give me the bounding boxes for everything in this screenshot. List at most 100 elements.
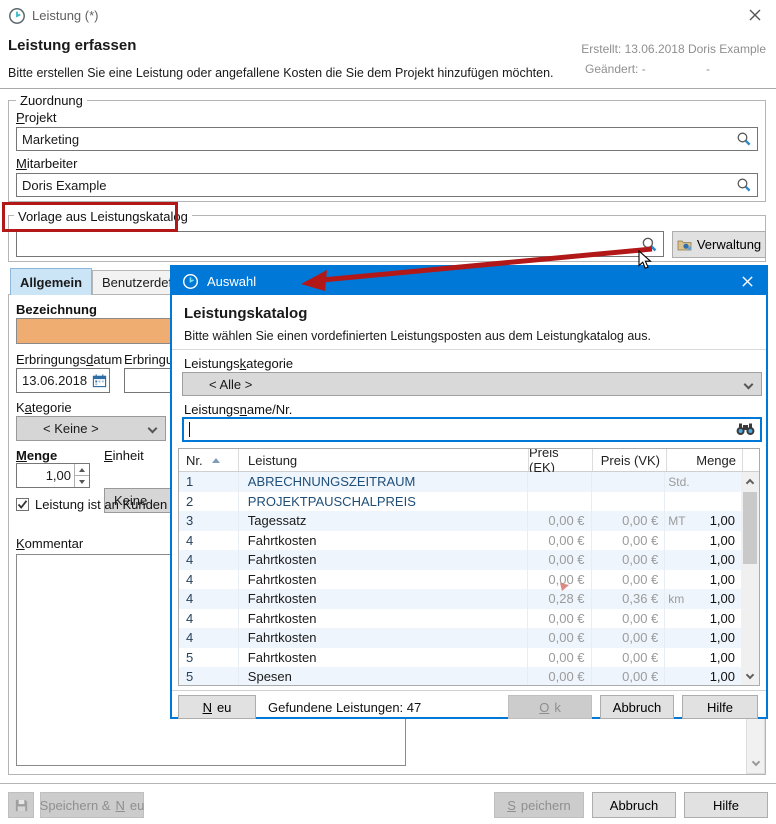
cell-nr: 2: [179, 492, 239, 512]
cell-einheit: km: [665, 592, 693, 606]
search-icon[interactable]: [736, 131, 752, 147]
dialog-close-icon[interactable]: [741, 275, 754, 288]
table-row[interactable]: 5Spesen0,00 €0,00 €1,00: [179, 667, 741, 686]
datum-value: 13.06.2018: [22, 373, 87, 388]
table-row[interactable]: 1ABRECHNUNGSZEITRAUMStd.: [179, 472, 741, 492]
table-row[interactable]: 4Fahrtkosten0,00 €0,00 €1,00: [179, 609, 741, 629]
hilfe-button[interactable]: Hilfe: [684, 792, 768, 818]
spinner[interactable]: [74, 464, 89, 487]
catalog-table-body: 1ABRECHNUNGSZEITRAUMStd.2PROJEKTPAUSCHAL…: [179, 472, 741, 685]
mouse-cursor: [638, 250, 653, 271]
datum-input[interactable]: 13.06.2018: [16, 368, 110, 393]
scroll-down-icon[interactable]: [741, 669, 759, 683]
speichern-neu-button[interactable]: Speichern & Neu: [40, 792, 144, 818]
leistungskategorie-value: < Alle >: [209, 377, 252, 392]
cell-preis-ek: 0,00 €: [528, 628, 592, 648]
column-header-nr[interactable]: Nr.: [179, 449, 239, 471]
window-close-icon[interactable]: [748, 8, 762, 22]
cell-einheit: MT: [665, 514, 693, 528]
cell-menge-value: 1,00: [693, 533, 741, 548]
cell-preis-ek: 0,00 €: [528, 531, 592, 551]
header-divider: [0, 88, 776, 89]
text-caret: [189, 422, 190, 437]
table-row[interactable]: 4Fahrtkosten0,00 €0,00 €1,00: [179, 570, 741, 590]
dialog-titlebar[interactable]: Auswahl: [172, 267, 766, 295]
menge-label: Menge: [16, 448, 57, 463]
catalog-search-input[interactable]: [182, 417, 762, 442]
calendar-icon[interactable]: [92, 373, 107, 388]
ok-button[interactable]: Ok: [508, 695, 592, 719]
column-header-preis-vk[interactable]: Preis (VK): [593, 449, 667, 471]
table-row[interactable]: 4Fahrtkosten0,00 €0,00 €1,00: [179, 531, 741, 551]
spinner-up-icon[interactable]: [75, 464, 89, 476]
cell-menge: MT1,00: [665, 511, 741, 531]
cell-menge-value: 1,00: [693, 552, 741, 567]
cell-preis-ek: 0,00 €: [528, 609, 592, 629]
dialog-divider: [172, 349, 766, 350]
vorlage-input[interactable]: [16, 231, 664, 257]
page-title: Leistung erfassen: [8, 37, 136, 54]
catalog-table-header[interactable]: Nr. Leistung Preis (EK) Preis (VK) Menge: [179, 449, 759, 472]
cell-einheit: Std.: [665, 475, 693, 489]
table-row[interactable]: 4Fahrtkosten0,28 €0,36 €km1,00: [179, 589, 741, 609]
cell-menge-value: 1,00: [693, 591, 741, 606]
kunden-checkbox[interactable]: [16, 498, 29, 511]
binoculars-icon: [736, 423, 755, 436]
verwaltung-button[interactable]: Verwaltung: [672, 231, 766, 258]
table-row[interactable]: 3Tagessatz0,00 €0,00 €MT1,00: [179, 511, 741, 531]
table-scrollbar[interactable]: [741, 472, 759, 685]
cell-menge: km1,00: [665, 589, 741, 609]
table-row[interactable]: 4Fahrtkosten0,00 €0,00 €1,00: [179, 628, 741, 648]
table-row[interactable]: 2PROJEKTPAUSCHALPREIS: [179, 492, 741, 512]
neu-button[interactable]: Neu: [178, 695, 256, 719]
leistungsname-label: Leistungsname/Nr.: [184, 402, 292, 417]
cell-nr: 3: [179, 511, 239, 531]
created-meta: Erstellt: 13.06.2018 Doris Example: [581, 42, 766, 56]
scroll-down-icon[interactable]: [747, 755, 764, 771]
menge-stepper[interactable]: 1,00: [16, 463, 90, 488]
cell-leistung: Fahrtkosten: [239, 531, 528, 551]
cell-preis-ek: 0,00 €: [528, 667, 592, 686]
column-header-preis-ek[interactable]: Preis (EK): [529, 449, 593, 471]
cell-preis-ek: 0,28 €: [528, 589, 592, 609]
table-row[interactable]: 5Fahrtkosten0,00 €0,00 €1,00: [179, 648, 741, 668]
vorlage-label: Vorlage aus Leistungskatalog: [14, 209, 192, 224]
result-count: Gefundene Leistungen: 47: [268, 700, 421, 715]
app-clock-icon: [8, 7, 26, 25]
scrollbar-thumb[interactable]: [743, 492, 757, 564]
cell-menge-value: 1,00: [693, 572, 741, 587]
speichern-button[interactable]: Speichern: [494, 792, 584, 818]
app-window: Leistung (*) Leistung erfassen Erstellt:…: [0, 0, 776, 824]
projekt-input[interactable]: Marketing: [16, 127, 758, 151]
abbruch-button[interactable]: Abbruch: [592, 792, 676, 818]
kategorie-dropdown[interactable]: < Keine >: [16, 416, 166, 441]
dialog-hilfe-button[interactable]: Hilfe: [682, 695, 758, 719]
mitarbeiter-input[interactable]: Doris Example: [16, 173, 758, 197]
verwaltung-label: Verwaltung: [697, 237, 761, 252]
dialog-description: Bitte wählen Sie einen vordefinierten Le…: [184, 329, 651, 343]
leistungskategorie-dropdown[interactable]: < Alle >: [182, 372, 762, 396]
cell-leistung: Spesen: [239, 667, 528, 686]
cell-preis-ek: 0,00 €: [528, 550, 592, 570]
spinner-down-icon[interactable]: [75, 476, 89, 487]
cell-menge: 1,00: [665, 648, 741, 668]
cell-preis-vk: 0,00 €: [592, 628, 666, 648]
menge-value: 1,00: [17, 468, 74, 483]
cell-preis-vk: [592, 472, 666, 492]
cell-preis-ek: 0,00 €: [528, 511, 592, 531]
projekt-value: Marketing: [22, 132, 79, 147]
cell-preis-vk: 0,36 €: [592, 589, 666, 609]
column-header-leistung[interactable]: Leistung: [239, 449, 529, 471]
search-icon[interactable]: [736, 177, 752, 193]
table-row[interactable]: 4Fahrtkosten0,00 €0,00 €1,00: [179, 550, 741, 570]
cell-preis-vk: 0,00 €: [592, 511, 666, 531]
cell-leistung: Fahrtkosten: [239, 609, 528, 629]
dialog-abbruch-button[interactable]: Abbruch: [600, 695, 674, 719]
cell-nr: 1: [179, 472, 239, 492]
cell-nr: 4: [179, 628, 239, 648]
cell-menge: 1,00: [665, 531, 741, 551]
column-header-menge[interactable]: Menge: [667, 449, 743, 471]
tab-allgemein[interactable]: Allgemein: [10, 268, 92, 295]
scroll-up-icon[interactable]: [741, 474, 759, 488]
save-button[interactable]: [8, 792, 34, 818]
